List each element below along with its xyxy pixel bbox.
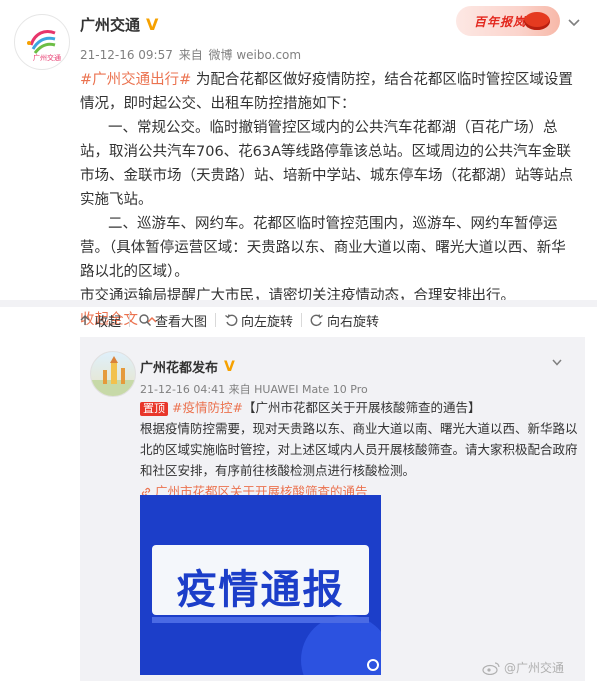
source-prefix: 来自 — [178, 48, 203, 62]
retweet-avatar[interactable] — [90, 351, 136, 397]
collapse-arrow-icon — [80, 315, 90, 325]
view-large-image-button[interactable]: 查看大图 — [138, 311, 207, 330]
rotate-right-icon — [310, 314, 323, 327]
toolbar-separator — [301, 313, 303, 327]
hashtag-link[interactable]: #广州交通出行# — [80, 72, 191, 88]
retweet-headline: 【广州市花都区关于开展核酸筛查的通告】 — [242, 400, 481, 415]
retweet-headline-line: 置顶 #疫情防控#【广州市花都区关于开展核酸筛查的通告】 — [140, 397, 582, 418]
notice-title-panel: 疫情通报 — [152, 545, 369, 615]
chevron-down-icon[interactable] — [550, 355, 564, 369]
rotate-right-button[interactable]: 向右旋转 — [310, 311, 379, 330]
retweet-time[interactable]: 21-12-16 04:41 — [140, 383, 225, 396]
paragraph-taxi: 二、巡游车、网约车。花都区临时管控范围内，巡游车、网约车暂停运营。（具体暂停运营… — [80, 216, 566, 280]
media-toolbar: 收起 查看大图 向左旋转 向右旋转 — [78, 309, 379, 331]
image-corner-icon — [367, 659, 379, 671]
toolbar-separator — [215, 313, 217, 327]
username[interactable]: 广州交通 — [80, 14, 140, 35]
rotate-left-button[interactable]: 向左旋转 — [224, 311, 293, 330]
toolbar-separator — [129, 313, 131, 327]
collapse-button[interactable]: 收起 — [78, 311, 121, 330]
huadu-landmark-icon — [91, 356, 135, 396]
verified-badge-icon: V — [146, 14, 159, 34]
divider — [0, 300, 597, 307]
post-source[interactable]: 微博 weibo.com — [209, 48, 302, 62]
retweet-meta: 21-12-16 04:41 来自 HUAWEI Mate 10 Pro — [140, 381, 368, 397]
retweet-source[interactable]: HUAWEI Mate 10 Pro — [254, 383, 368, 396]
notice-title-underline — [152, 617, 369, 623]
retweet-username[interactable]: 广州花都发布 — [140, 357, 218, 376]
weibo-watermark: @广州交通 — [482, 659, 564, 676]
avatar-text: 广州交通 — [33, 54, 61, 62]
pin-badge: 置顶 — [140, 402, 168, 416]
retweet-header: 广州花都发布 V — [140, 357, 235, 377]
retweet-text: 置顶 #疫情防控#【广州市花都区关于开展核酸筛查的通告】 根据疫情防控需要，现对天… — [140, 397, 582, 502]
view-large-label: 查看大图 — [155, 314, 208, 330]
watermark-text: @广州交通 — [504, 661, 565, 675]
avatar[interactable]: 广州交通 — [14, 14, 70, 70]
rotate-right-label: 向右旋转 — [327, 314, 380, 330]
intro-paragraph: #广州交通出行# 为配合花都区做好疫情防控，结合花都区临时管控区域设置情况，即时… — [80, 68, 580, 116]
source-prefix: 来自 — [228, 383, 251, 396]
paragraph-bus: 一、常规公交。临时撤销管控区域内的公共汽车花都湖（百花广场）总站，取消公共汽车7… — [80, 120, 573, 208]
collapse-button-label: 收起 — [95, 314, 122, 330]
lantern-icon — [524, 12, 550, 30]
post-body: #广州交通出行# 为配合花都区做好疫情防控，结合花都区临时管控区域设置情况，即时… — [80, 68, 580, 332]
retweet-card: 广州花都发布 V 21-12-16 04:41 来自 HUAWEI Mate 1… — [80, 337, 585, 681]
rotate-left-label: 向左旋转 — [241, 314, 294, 330]
verified-badge-icon: V — [224, 358, 235, 375]
chevron-down-icon[interactable] — [566, 14, 582, 30]
retweet-hashtag-link[interactable]: #疫情防控# — [172, 400, 243, 415]
post-meta: 21-12-16 09:57 来自 微博 weibo.com — [80, 46, 303, 63]
weibo-logo-icon — [482, 661, 500, 675]
magnifier-icon — [139, 314, 152, 326]
notice-image[interactable]: 疫情通报 — [140, 495, 381, 675]
rotate-left-icon — [225, 314, 238, 327]
notice-image-title: 疫情通报 — [176, 567, 345, 613]
post-header: 广州交通 V — [80, 14, 158, 35]
retweet-body: 根据疫情防控需要，现对天贵路以东、商业大道以南、曙光大道以西、新华路以北的区域实… — [140, 421, 578, 478]
post-time[interactable]: 21-12-16 09:57 — [80, 48, 173, 62]
anniversary-banner[interactable]: 百年报岚甬 — [456, 6, 560, 36]
